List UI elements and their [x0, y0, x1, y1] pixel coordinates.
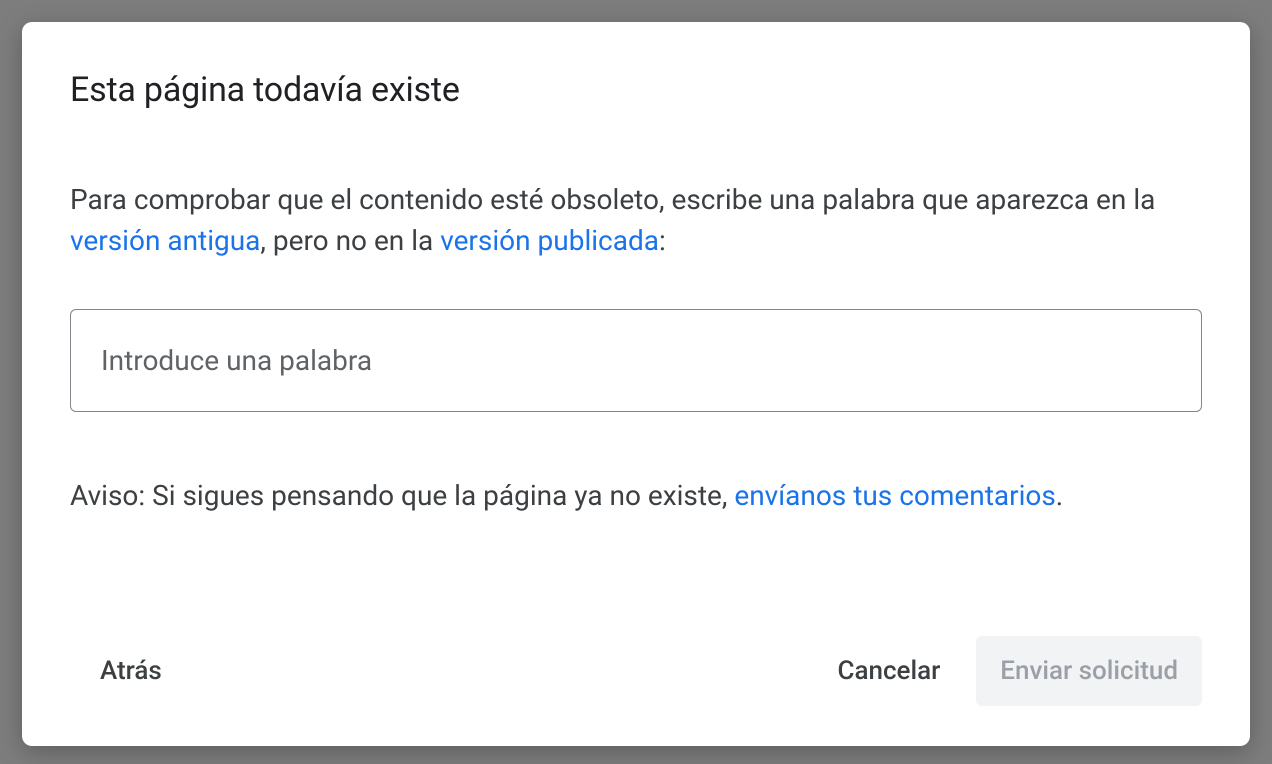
notice-part-2: .	[1056, 479, 1063, 512]
description-text-3: :	[659, 224, 666, 257]
cancel-button[interactable]: Cancelar	[837, 656, 940, 686]
dialog-description: Para comprobar que el contenido esté obs…	[70, 180, 1202, 261]
notice-part-1: Aviso: Si sigues pensando que la página …	[70, 479, 734, 512]
old-version-link[interactable]: versión antigua	[70, 224, 260, 257]
word-input[interactable]	[101, 344, 1171, 377]
footer-right: Cancelar Enviar solicitud	[837, 636, 1202, 706]
live-version-link[interactable]: versión publicada	[440, 224, 659, 257]
dialog: Esta página todavía existe Para comproba…	[22, 22, 1250, 746]
feedback-link[interactable]: envíanos tus comentarios	[734, 479, 1055, 512]
dialog-title: Esta página todavía existe	[70, 70, 1202, 110]
back-button[interactable]: Atrás	[70, 656, 162, 686]
notice-text: Aviso: Si sigues pensando que la página …	[70, 476, 1202, 517]
submit-button: Enviar solicitud	[976, 636, 1202, 706]
word-input-container[interactable]	[70, 309, 1202, 412]
description-text-2: , pero no en la	[260, 224, 440, 257]
footer-left: Atrás	[70, 656, 162, 686]
description-text-1: Para comprobar que el contenido esté obs…	[70, 183, 1155, 216]
dialog-footer: Atrás Cancelar Enviar solicitud	[70, 616, 1202, 706]
